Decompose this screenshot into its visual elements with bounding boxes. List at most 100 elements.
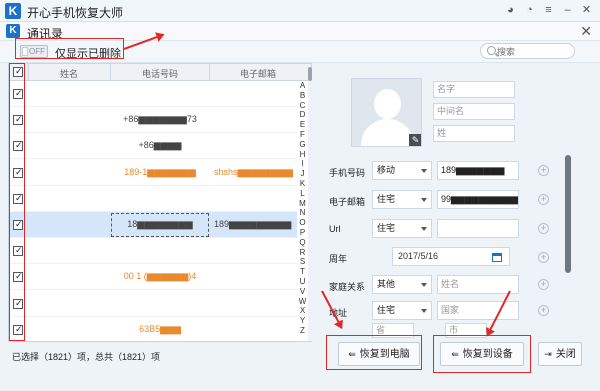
url-label: Url (329, 224, 341, 234)
alphabet-index-letter[interactable]: E (297, 120, 308, 130)
annotation-box-toggle (15, 38, 124, 59)
add-address-icon[interactable]: + (538, 305, 549, 316)
anniversary-label: 周年 (329, 254, 348, 264)
alphabet-index-letter[interactable]: U (297, 277, 308, 287)
url-type-value: 住宅 (377, 223, 396, 233)
alphabet-index-letter[interactable]: Z (297, 326, 308, 336)
alphabet-index-letter[interactable]: F (297, 130, 308, 140)
table-row[interactable]: 18▆▆▆▆▆▆▆▆189▆▆▆▆▆▆▆▆▆ (9, 212, 297, 238)
chevron-down-icon (421, 169, 427, 173)
detail-scrollbar[interactable] (565, 155, 571, 273)
annotation-box-restore-pc (326, 335, 422, 370)
edit-avatar-icon[interactable]: ✎ (409, 134, 421, 146)
email-type-select[interactable]: 住宅 (372, 190, 432, 209)
phone-label: 手机号码 (329, 168, 366, 178)
avatar-body (361, 119, 414, 146)
contact-detail: ✎ 名字 中间名 姓 手机号码 移动 189▆▆▆▆▆▆▆ + 电子邮箱 住宅 … (320, 63, 592, 342)
alphabet-index-letter[interactable]: O (297, 218, 308, 228)
contact-list: 姓名 电话号码 电子邮箱 +86▆▆▆▆▆▆▆73 +86▆▆▆▆ 189-1▆▆▆… (8, 63, 312, 343)
chevron-down-icon (421, 283, 427, 287)
row-phone: 189-1▆▆▆▆▆▆▆ (124, 166, 196, 177)
alphabet-index-letter[interactable]: D (297, 110, 308, 120)
alphabet-index-letter[interactable]: W (297, 297, 308, 307)
url-type-select[interactable]: 住宅 (372, 219, 432, 238)
column-header-name[interactable]: 姓名 (29, 67, 109, 80)
alphabet-index-letter[interactable]: G (297, 140, 308, 150)
row-email: 189▆▆▆▆▆▆▆▆▆ (214, 219, 292, 229)
alphabet-index-letter[interactable]: K (297, 179, 308, 189)
add-email-icon[interactable]: + (538, 194, 549, 205)
address-type-value: 住宅 (377, 305, 396, 315)
alphabet-index-letter[interactable]: S (297, 257, 308, 267)
alphabet-index-letter[interactable]: A (297, 81, 308, 91)
annotation-box-checkboxes (9, 63, 25, 341)
chevron-down-icon (421, 309, 427, 313)
calendar-icon[interactable] (492, 253, 502, 262)
alphabet-index-letter[interactable]: Q (297, 238, 308, 248)
family-type-select[interactable]: 其他 (372, 275, 432, 294)
alphabet-index-letter[interactable]: R (297, 248, 308, 258)
alphabet-index-letter[interactable]: J (297, 169, 308, 179)
last-name-field[interactable]: 姓 (433, 125, 515, 142)
row-email: shshs▆▆▆▆▆▆▆▆ (214, 166, 293, 177)
alphabet-index-letter[interactable]: X (297, 306, 308, 316)
add-phone-icon[interactable]: + (538, 165, 549, 176)
add-family-icon[interactable]: + (538, 279, 549, 290)
chevron-down-icon (421, 198, 427, 202)
alphabet-index-letter[interactable]: I (297, 159, 308, 169)
add-url-icon[interactable]: + (538, 223, 549, 234)
alphabet-index-letter[interactable]: M (297, 199, 308, 209)
chat-icon[interactable]: ◔ (522, 3, 537, 18)
list-header: 姓名 电话号码 电子邮箱 (9, 64, 311, 81)
title-bar: K 开心手机恢复大师 ◕ ◔ ≡ – ✕ (0, 0, 600, 22)
family-type-value: 其他 (377, 279, 396, 289)
middle-name-field[interactable]: 中间名 (433, 103, 515, 120)
alphabet-index-letter[interactable]: Y (297, 316, 308, 326)
row-phone: +86▆▆▆▆ (138, 140, 182, 151)
column-header-email[interactable]: 电子邮箱 (210, 67, 306, 80)
first-name-field[interactable]: 名字 (433, 81, 515, 98)
list-scrollbar[interactable] (308, 67, 312, 341)
family-label: 家庭关系 (329, 282, 366, 292)
wechat-icon[interactable]: ◕ (503, 3, 518, 18)
table-row[interactable]: 00 1 (▆▆▆▆▆▆)4 (9, 264, 297, 291)
menu-icon[interactable]: ≡ (541, 3, 556, 18)
search-input[interactable] (497, 45, 569, 58)
app-logo: K (5, 3, 21, 19)
alphabet-index-letter[interactable]: T (297, 267, 308, 277)
table-row[interactable]: 189-1▆▆▆▆▆▆▆ shshs▆▆▆▆▆▆▆▆ (9, 160, 297, 186)
email-input[interactable]: 99▆▆▆▆▆▆▆▆▆▆▆.cn (437, 190, 519, 209)
search-icon (487, 46, 496, 55)
country-input[interactable]: 国家 (437, 301, 519, 320)
table-row[interactable]: +86▆▆▆▆▆▆▆73 (9, 107, 297, 134)
alphabet-index-letter[interactable]: N (297, 208, 308, 218)
cell-focus-outline (111, 213, 209, 237)
table-row[interactable] (9, 291, 297, 317)
alphabet-index-letter[interactable]: L (297, 189, 308, 199)
url-input[interactable] (437, 219, 519, 238)
close-button[interactable]: ⇥ 关闭 (538, 342, 582, 366)
contact-avatar: ✎ (351, 78, 422, 147)
alphabet-index-letter[interactable]: H (297, 150, 308, 160)
selection-status: 已选择（1821）项，总共（1821）项 (12, 352, 161, 362)
phone-type-select[interactable]: 移动 (372, 161, 432, 180)
address-type-select[interactable]: 住宅 (372, 301, 432, 320)
table-row[interactable] (9, 238, 297, 265)
phone-input[interactable]: 189▆▆▆▆▆▆▆ (437, 161, 519, 180)
alphabet-index-letter[interactable]: V (297, 287, 308, 297)
column-header-phone[interactable]: 电话号码 (111, 67, 209, 80)
table-row[interactable] (9, 81, 297, 107)
alphabet-index-letter[interactable]: C (297, 101, 308, 111)
alphabet-index-letter[interactable]: B (297, 91, 308, 101)
search-box[interactable] (480, 43, 575, 59)
list-scrollbar-thumb[interactable] (308, 67, 312, 81)
close-icon[interactable]: ✕ (579, 3, 594, 18)
table-row[interactable]: 63B5▆▆▆ (9, 317, 297, 343)
add-anniversary-icon[interactable]: + (538, 252, 549, 263)
minimize-icon[interactable]: – (560, 3, 575, 18)
alphabet-index-letter[interactable]: P (297, 228, 308, 238)
dialog-close-button[interactable]: ✕ (580, 23, 592, 40)
family-name-input[interactable]: 姓名 (437, 275, 519, 294)
table-row[interactable]: +86▆▆▆▆ (9, 133, 297, 160)
table-row[interactable] (9, 186, 297, 212)
